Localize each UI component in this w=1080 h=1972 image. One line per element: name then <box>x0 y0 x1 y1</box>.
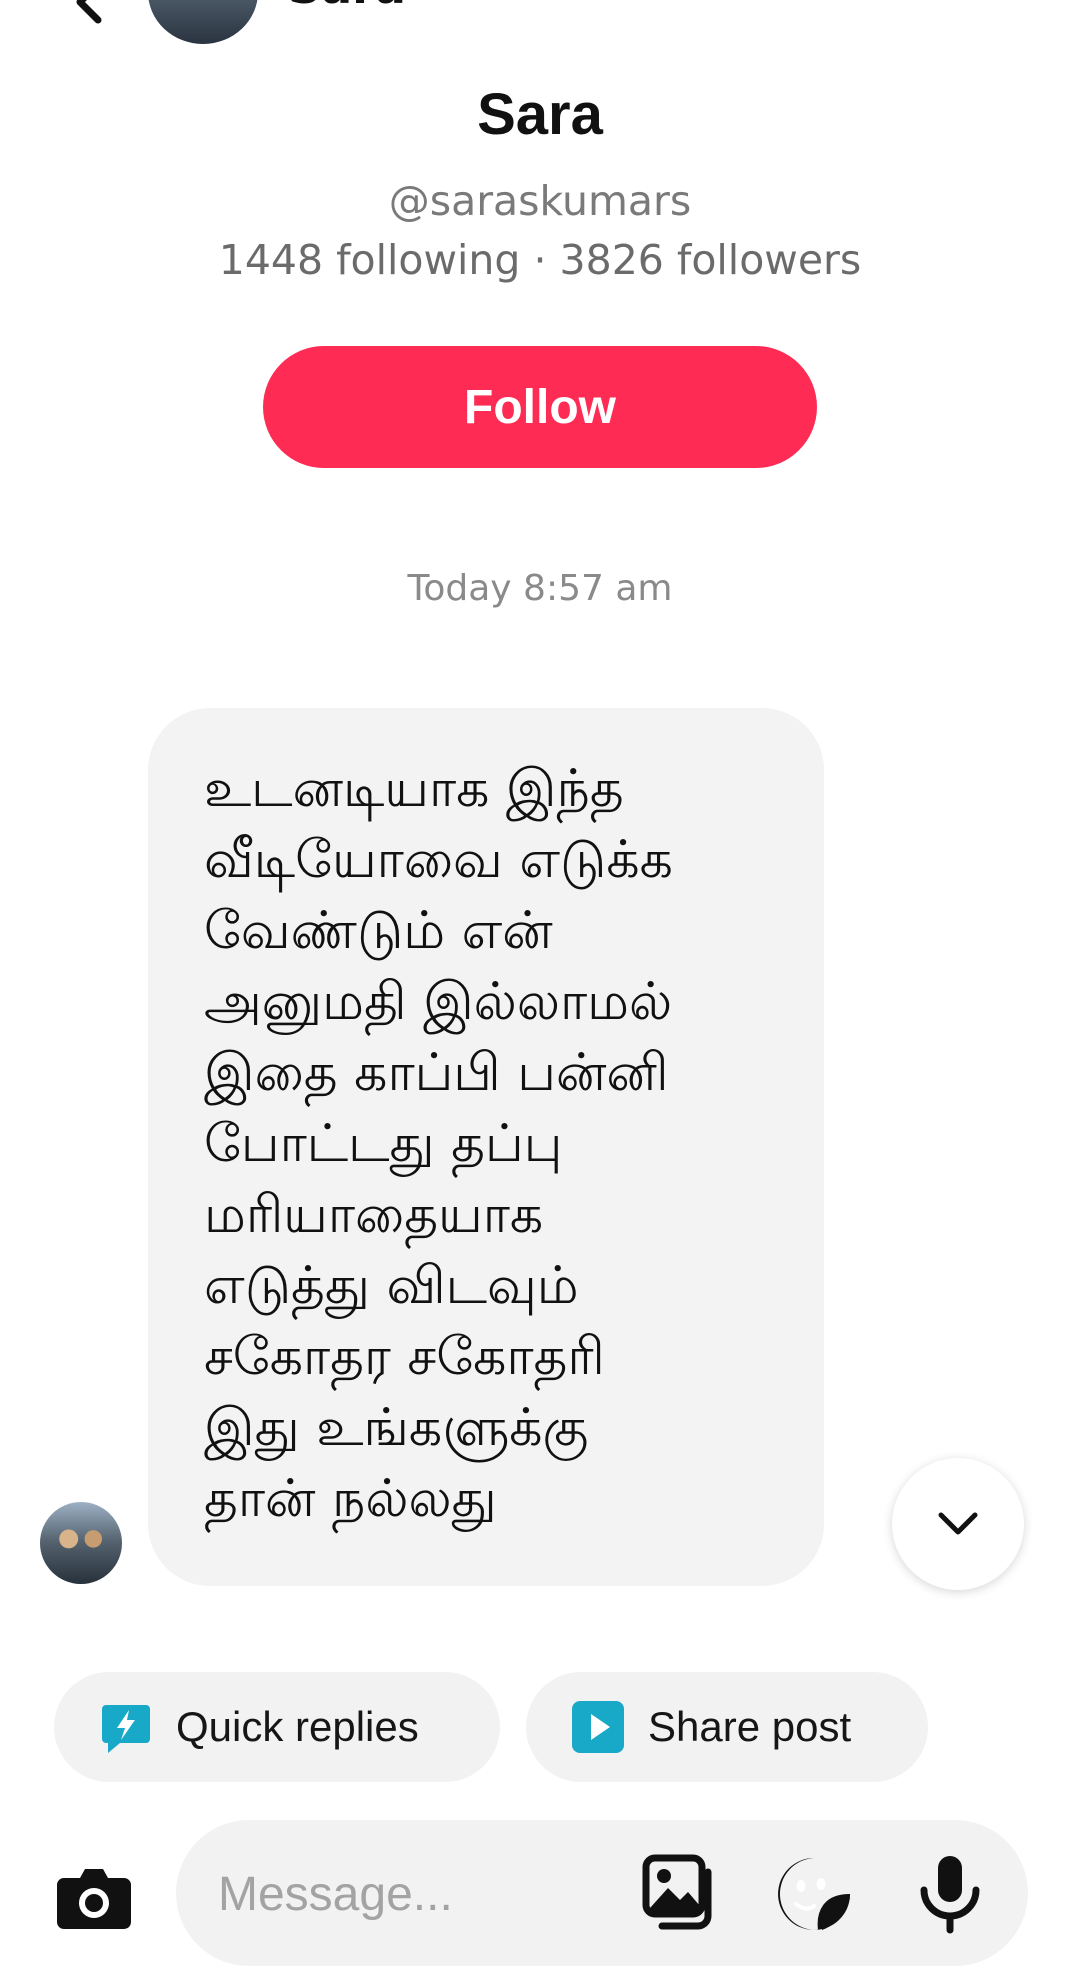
message-input[interactable] <box>216 1856 620 1932</box>
gallery-icon[interactable] <box>642 1854 722 1934</box>
profile-stats: 1448 following · 3826 followers <box>218 236 862 284</box>
follow-button[interactable]: Follow <box>263 346 817 468</box>
share-post-label: Share post <box>648 1703 852 1750</box>
chevron-down-icon <box>938 1512 978 1535</box>
message-timestamp: Today 8:57 am <box>407 568 673 609</box>
scroll-down-button[interactable] <box>892 1458 1024 1590</box>
sender-avatar[interactable] <box>40 1502 122 1584</box>
camera-icon[interactable] <box>54 1858 134 1938</box>
back-icon[interactable] <box>60 0 120 30</box>
message-bubble[interactable]: உடனடியாக இந்த வீடியோவை எடுக்க வேண்டும் எ… <box>148 708 824 1586</box>
message-composer <box>176 1820 1028 1966</box>
share-post-icon <box>572 1701 624 1753</box>
quick-replies-label: Quick replies <box>176 1703 419 1750</box>
message-text: உடனடியாக இந்த வீடியோவை எடுக்க வேண்டும் எ… <box>204 759 673 1529</box>
quick-reply-icon <box>102 1705 150 1753</box>
share-post-button[interactable]: Share post <box>526 1672 928 1782</box>
header-name[interactable]: Sara <box>288 0 406 12</box>
mic-icon[interactable] <box>914 1854 986 1934</box>
header-avatar[interactable] <box>148 0 258 44</box>
quick-replies-button[interactable]: Quick replies <box>54 1672 500 1782</box>
profile-handle: @saraskumars <box>388 177 692 225</box>
header-bar: Sara <box>0 0 1080 48</box>
profile-name: Sara <box>477 82 603 147</box>
sticker-icon[interactable] <box>774 1854 854 1934</box>
